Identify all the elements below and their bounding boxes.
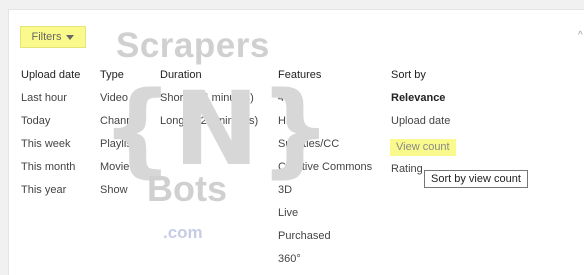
column-upload-date: Upload date Last hour Today This week Th… xyxy=(21,68,80,206)
column-header: Type xyxy=(100,69,124,81)
filter-long[interactable]: Long (> 20 minutes) xyxy=(160,114,258,137)
filter-3d[interactable]: 3D xyxy=(278,183,372,206)
filters-button[interactable]: Filters xyxy=(20,26,86,48)
column-duration: Duration Short (< 4 minutes) Long (> 20 … xyxy=(160,68,258,137)
filter-this-month[interactable]: This month xyxy=(21,160,80,183)
column-features: Features 4K HD Subtitles/CC Creative Com… xyxy=(278,68,372,275)
sort-view-count[interactable]: View count xyxy=(390,139,456,156)
filter-creative-commons[interactable]: Creative Commons xyxy=(278,160,372,183)
filter-this-year[interactable]: This year xyxy=(21,183,80,206)
filter-show[interactable]: Show xyxy=(100,183,141,206)
sort-relevance: Relevance xyxy=(391,92,446,104)
filter-this-week[interactable]: This week xyxy=(21,137,80,160)
filter-subtitles[interactable]: Subtitles/CC xyxy=(278,137,372,160)
filter-last-hour[interactable]: Last hour xyxy=(21,91,80,114)
column-header: Duration xyxy=(160,69,202,81)
filter-purchased[interactable]: Purchased xyxy=(278,229,372,252)
filter-360[interactable]: 360° xyxy=(278,252,372,275)
tooltip: Sort by view count xyxy=(424,170,528,188)
column-type: Type Video Channel Playlist Movie Show xyxy=(100,68,141,206)
filter-short[interactable]: Short (< 4 minutes) xyxy=(160,91,258,114)
filters-label: Filters xyxy=(31,31,62,43)
filter-channel[interactable]: Channel xyxy=(100,114,141,137)
caret-down-icon xyxy=(66,35,75,40)
filter-4k[interactable]: 4K xyxy=(278,91,372,114)
corner-caret-icon: ^ xyxy=(578,30,583,41)
column-sort-by: Sort by Relevance Upload date View count… xyxy=(390,68,456,185)
filter-hd[interactable]: HD xyxy=(278,114,372,137)
column-header: Upload date xyxy=(21,69,81,81)
filter-today[interactable]: Today xyxy=(21,114,80,137)
filter-video[interactable]: Video xyxy=(100,91,141,114)
sort-upload-date[interactable]: Upload date xyxy=(391,114,456,137)
filter-live[interactable]: Live xyxy=(278,206,372,229)
column-header: Sort by xyxy=(391,69,426,81)
column-header: Features xyxy=(278,69,322,81)
filter-movie[interactable]: Movie xyxy=(100,160,141,183)
filter-playlist[interactable]: Playlist xyxy=(100,137,141,160)
